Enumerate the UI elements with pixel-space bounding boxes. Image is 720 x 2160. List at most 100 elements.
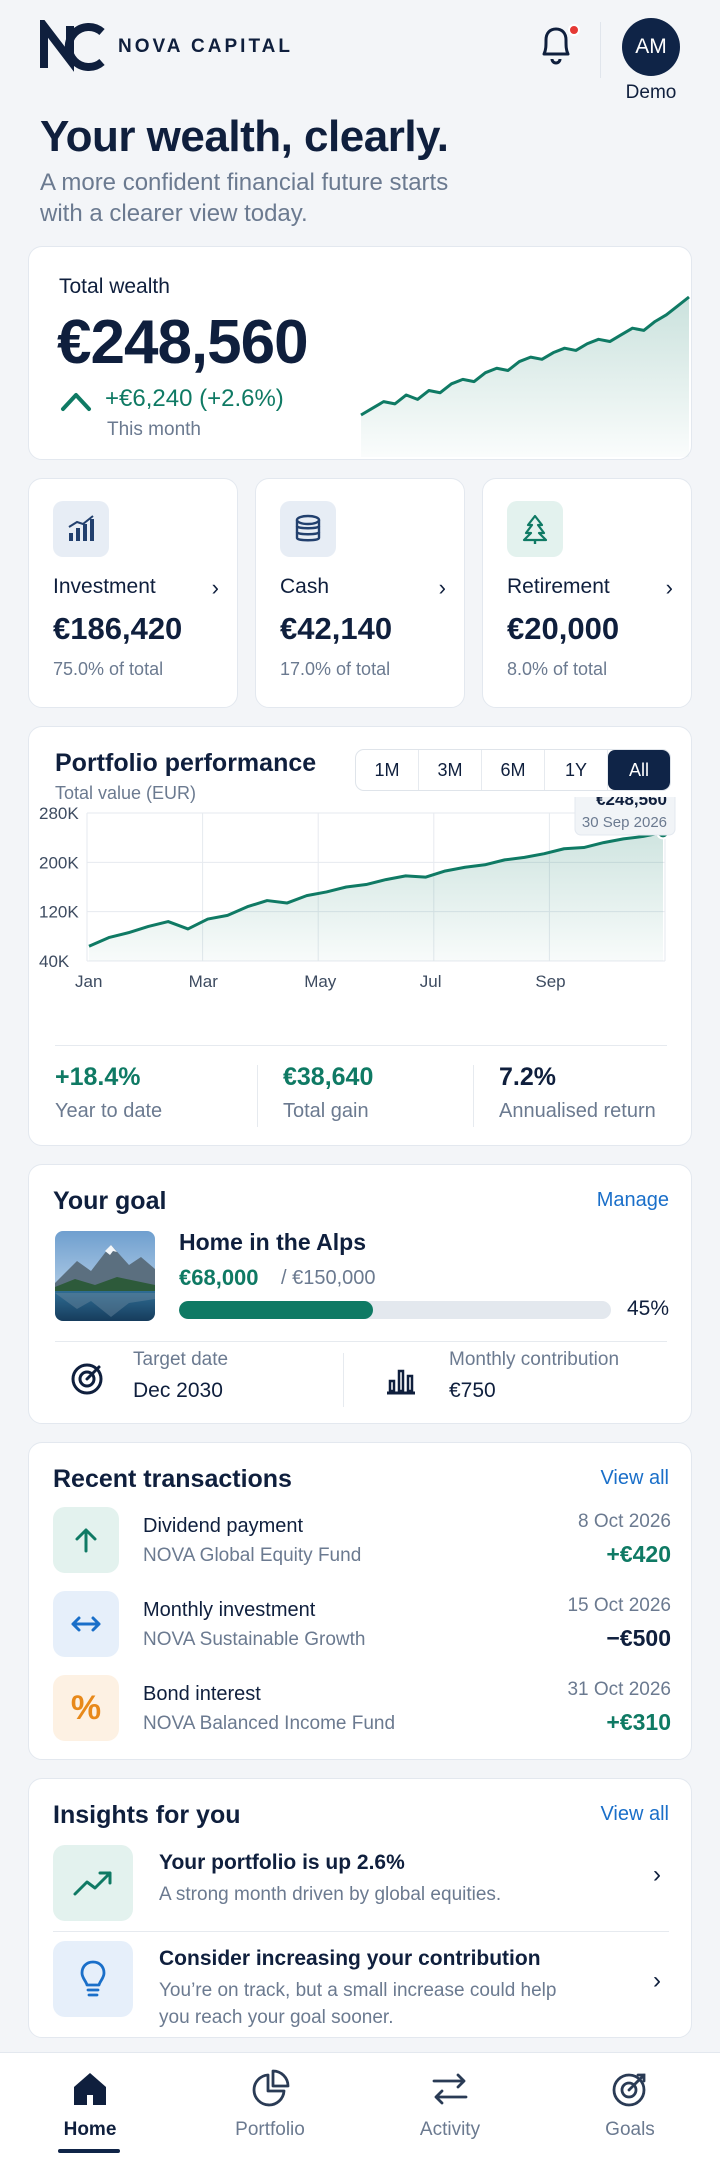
stat-label: Annualised return: [499, 1100, 656, 1122]
series-area: [89, 832, 663, 961]
account-card-investment[interactable]: Investment › €186,420 75.0% of total: [28, 478, 238, 708]
goal-image-mountain-lake: [55, 1231, 155, 1321]
transaction-name: Bond interest: [143, 1683, 261, 1705]
transaction-date: 8 Oct 2026: [578, 1511, 671, 1532]
percent-icon: %: [53, 1675, 119, 1741]
portfolio-performance-card: Portfolio performance Total value (EUR) …: [28, 726, 692, 1146]
stat-value: +18.4%: [55, 1063, 141, 1091]
pie-chart-icon: [252, 2069, 290, 2107]
range-all[interactable]: All: [608, 750, 670, 790]
nav-home[interactable]: Home: [0, 2053, 180, 2160]
y-tick-label: 120K: [39, 903, 79, 922]
stat-value: €38,640: [283, 1063, 374, 1091]
range-1y[interactable]: 1Y: [545, 750, 608, 790]
range-3m[interactable]: 3M: [419, 750, 482, 790]
avatar-name: Demo: [625, 82, 677, 103]
insights-view-all-link[interactable]: View all: [600, 1803, 669, 1826]
goal-name: Home in the Alps: [179, 1229, 366, 1255]
bar-chart-icon: [53, 501, 109, 557]
target-icon: [612, 2073, 646, 2107]
goal-card: Your goal Manage Home in the Alps €68,00…: [28, 1164, 692, 1424]
avatar[interactable]: AM: [622, 18, 680, 76]
y-tick-label: 280K: [39, 804, 79, 823]
performance-title: Portfolio performance: [55, 749, 317, 777]
total-wealth-label: Total wealth: [59, 275, 170, 298]
sparkline-area: [361, 297, 689, 457]
transactions-view-all-link[interactable]: View all: [600, 1467, 669, 1490]
recent-transactions-card: Recent transactions View all Dividend pa…: [28, 1442, 692, 1760]
header-divider: [600, 22, 601, 78]
transaction-row[interactable]: Dividend payment NOVA Global Equity Fund…: [29, 1507, 693, 1591]
target-date-value: Dec 2030: [133, 1379, 223, 1402]
account-share: 75.0% of total: [53, 659, 164, 679]
stat-divider: [473, 1065, 474, 1127]
chevron-right-icon: ›: [653, 1861, 661, 1888]
arrow-up-icon: [53, 1507, 119, 1573]
tooltip-value: €248,560: [596, 797, 667, 809]
nav-activity[interactable]: Activity: [360, 2053, 540, 2160]
home-icon: [74, 2073, 106, 2105]
lightbulb-icon: [53, 1941, 133, 2017]
total-wealth-change: +€6,240 (+2.6%): [105, 385, 284, 412]
account-card-retirement[interactable]: Retirement › €20,000 8.0% of total: [482, 478, 692, 708]
insights-card: Insights for you View all Your portfolio…: [28, 1778, 692, 2038]
stat-value: 7.2%: [499, 1063, 556, 1091]
goal-progress-fill: [179, 1301, 374, 1319]
insight-item[interactable]: Consider increasing your contribution Yo…: [29, 1941, 693, 2028]
total-wealth-card[interactable]: Total wealth €248,560 +€6,240 (+2.6%) Th…: [28, 246, 692, 460]
contribution-chart-icon: [387, 1369, 415, 1395]
nav-label: Activity: [419, 2119, 481, 2140]
stat-divider: [257, 1065, 258, 1127]
total-wealth-value: €248,560: [57, 308, 309, 377]
range-6m[interactable]: 6M: [482, 750, 545, 790]
contribution-label: Monthly contribution: [449, 1349, 620, 1370]
coins-icon: [280, 501, 336, 557]
goal-progress-bar: [179, 1301, 611, 1319]
nova-logo: [40, 20, 105, 72]
insight-text: You’re on track, but a small increase co…: [159, 1980, 557, 2028]
tree-icon: [507, 501, 563, 557]
account-value: €42,140: [280, 611, 393, 646]
bottom-navigation: Home Portfolio Activity Goals: [0, 2052, 720, 2160]
performance-divider: [55, 1045, 667, 1046]
account-name: Retirement: [507, 575, 610, 598]
range-1m[interactable]: 1M: [356, 750, 419, 790]
x-tick-label: Sep: [535, 972, 565, 991]
x-tick-label: Jul: [420, 972, 442, 991]
x-tick-label: Jan: [75, 972, 102, 991]
insights-title: Insights for you: [53, 1801, 241, 1829]
notification-dot: [568, 24, 580, 36]
contribution-value: €750: [449, 1379, 496, 1402]
transaction-row[interactable]: % Bond interest NOVA Balanced Income Fun…: [29, 1675, 693, 1759]
transactions-title: Recent transactions: [53, 1465, 292, 1493]
insight-title: Consider increasing your contribution: [159, 1947, 541, 1970]
tooltip-date: 30 Sep 2026: [582, 814, 667, 831]
insight-item[interactable]: Your portfolio is up 2.6% A strong month…: [29, 1845, 693, 1925]
stat-total-gain: €38,640 Total gain: [283, 1063, 373, 1123]
page-title: Your wealth, clearly.: [40, 112, 449, 161]
stat-annualised: 7.2% Annualised return: [499, 1063, 656, 1123]
nav-active-indicator: [58, 2149, 120, 2153]
stat-ytd: +18.4% Year to date: [55, 1063, 162, 1123]
goal-target-date: Target date Dec 2030: [133, 1349, 228, 1403]
goal-section-title: Your goal: [53, 1187, 167, 1215]
x-tick-label: May: [304, 972, 337, 991]
y-tick-label: 200K: [39, 853, 79, 872]
y-tick-label: 40K: [39, 952, 70, 971]
x-tick-label: Mar: [189, 972, 219, 991]
manage-goal-link[interactable]: Manage: [597, 1189, 669, 1212]
transaction-fund: NOVA Sustainable Growth: [143, 1629, 366, 1650]
transaction-fund: NOVA Global Equity Fund: [143, 1545, 362, 1566]
total-wealth-period: This month: [107, 419, 201, 440]
performance-chart[interactable]: 280K 200K 120K 40K Jan Mar May Jul Sep €248,560 30…: [29, 797, 693, 1047]
account-card-cash[interactable]: Cash › €42,140 17.0% of total: [255, 478, 465, 708]
arrow-up-icon: [61, 393, 91, 411]
insight-text: A strong month driven by global equities…: [159, 1884, 502, 1905]
goal-progress-percent: 45%: [626, 1297, 669, 1320]
account-value: €20,000: [507, 611, 620, 646]
account-share: 17.0% of total: [280, 659, 391, 679]
nav-goals[interactable]: Goals: [540, 2053, 720, 2160]
chevron-right-icon: ›: [665, 575, 673, 600]
nav-portfolio[interactable]: Portfolio: [180, 2053, 360, 2160]
transaction-row[interactable]: Monthly investment NOVA Sustainable Grow…: [29, 1591, 693, 1675]
